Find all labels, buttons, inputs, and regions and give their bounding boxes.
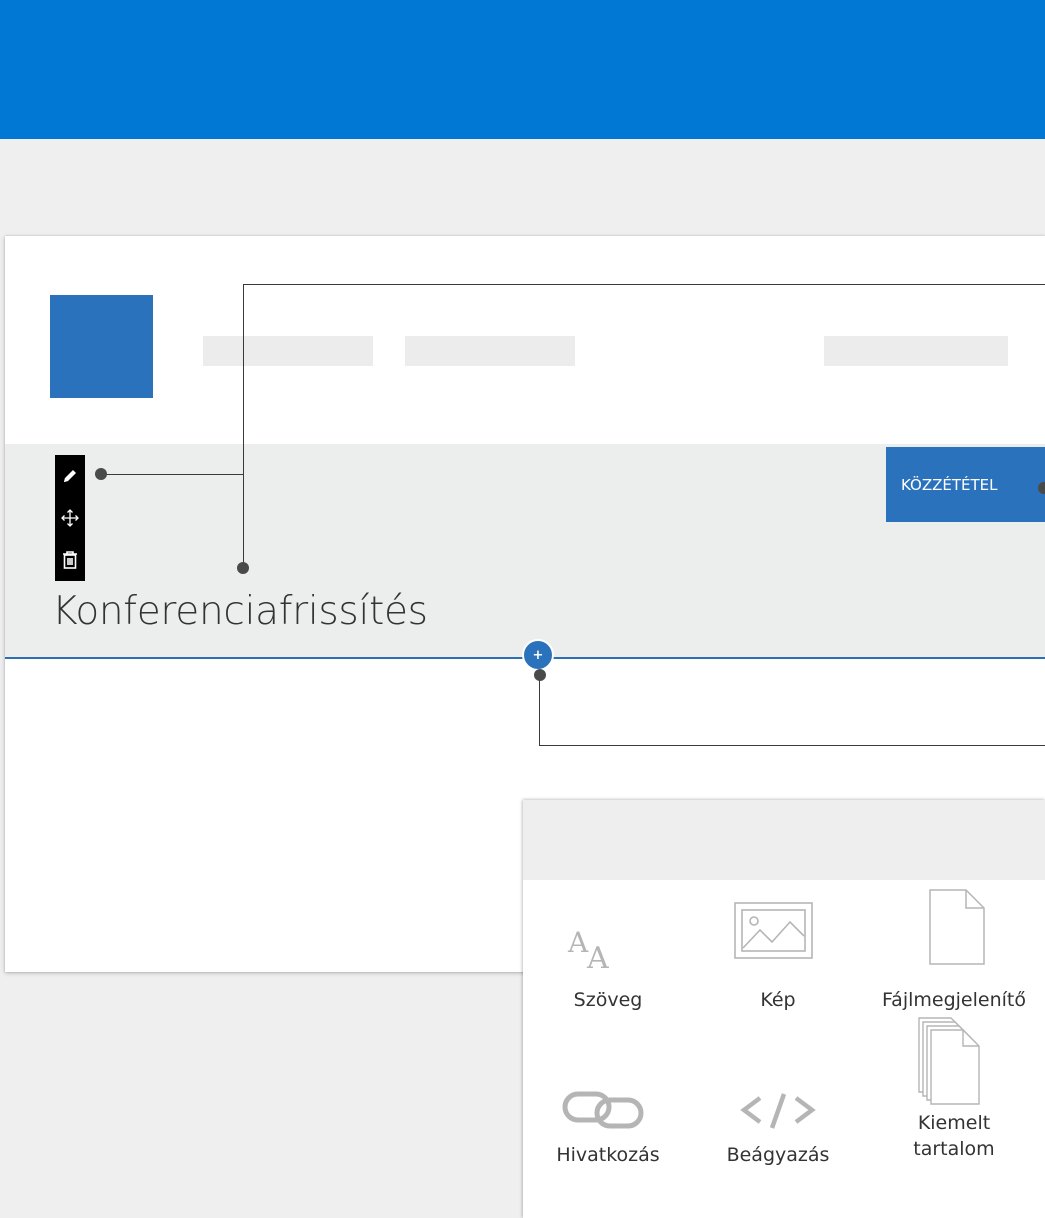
svg-text:A: A [586, 941, 609, 970]
picker-header [523, 800, 1045, 880]
publish-button[interactable]: KÖZZÉTÉTEL [886, 447, 1045, 522]
webpart-label: Fájlmegjelenítő [882, 989, 1026, 1011]
highlighted-content-icon [917, 1016, 997, 1116]
callout-line [106, 474, 244, 475]
webpart-label-line-1: Kiemelt [917, 1112, 991, 1134]
suite-header-bar [0, 0, 1045, 139]
webpart-label: Szöveg [573, 989, 643, 1011]
callout-line [539, 675, 540, 746]
plus-icon: + [532, 647, 544, 663]
nav-placeholder-1 [203, 336, 373, 366]
page-title[interactable]: Konferenciafrissítés [52, 589, 428, 634]
callout-line [243, 284, 1045, 285]
webpart-label-line-2: tartalom [913, 1138, 995, 1160]
webpart-image[interactable]: Kép [693, 900, 863, 1060]
add-section-button[interactable]: + [522, 639, 554, 671]
callout-dot [237, 562, 249, 574]
nav-placeholder-3 [824, 336, 1008, 366]
webpart-edit-toolbar [55, 455, 85, 581]
callout-dot [95, 468, 107, 480]
webpart-text[interactable]: A A Szöveg [523, 900, 693, 1060]
callout-dot [534, 669, 546, 681]
image-icon [734, 902, 814, 964]
callout-dot [1038, 482, 1045, 494]
webpart-label: Kiemelt tartalom [863, 1110, 1045, 1162]
nav-placeholder-2 [405, 336, 575, 366]
embed-icon [738, 1088, 818, 1136]
site-logo [50, 295, 153, 398]
text-icon: A A [567, 920, 627, 976]
webpart-embed[interactable]: Beágyazás [693, 1080, 863, 1218]
webpart-link[interactable]: Hivatkozás [523, 1080, 693, 1218]
callout-line [539, 745, 1045, 746]
file-icon [928, 888, 988, 970]
svg-text:A: A [567, 926, 589, 959]
trash-icon[interactable] [59, 549, 81, 571]
webpart-highlighted-content[interactable]: Kiemelt tartalom [863, 1017, 1045, 1218]
webpart-label: Beágyazás [726, 1144, 830, 1166]
link-icon [561, 1086, 651, 1136]
callout-line [243, 284, 244, 568]
webpart-label: Kép [760, 989, 796, 1011]
webpart-label: Hivatkozás [556, 1144, 660, 1166]
webpart-picker-panel: A A Szöveg Kép Fájlmegjelenítő Hivatkozá… [523, 800, 1045, 1218]
move-icon[interactable] [59, 507, 81, 529]
pencil-icon[interactable] [59, 465, 81, 487]
